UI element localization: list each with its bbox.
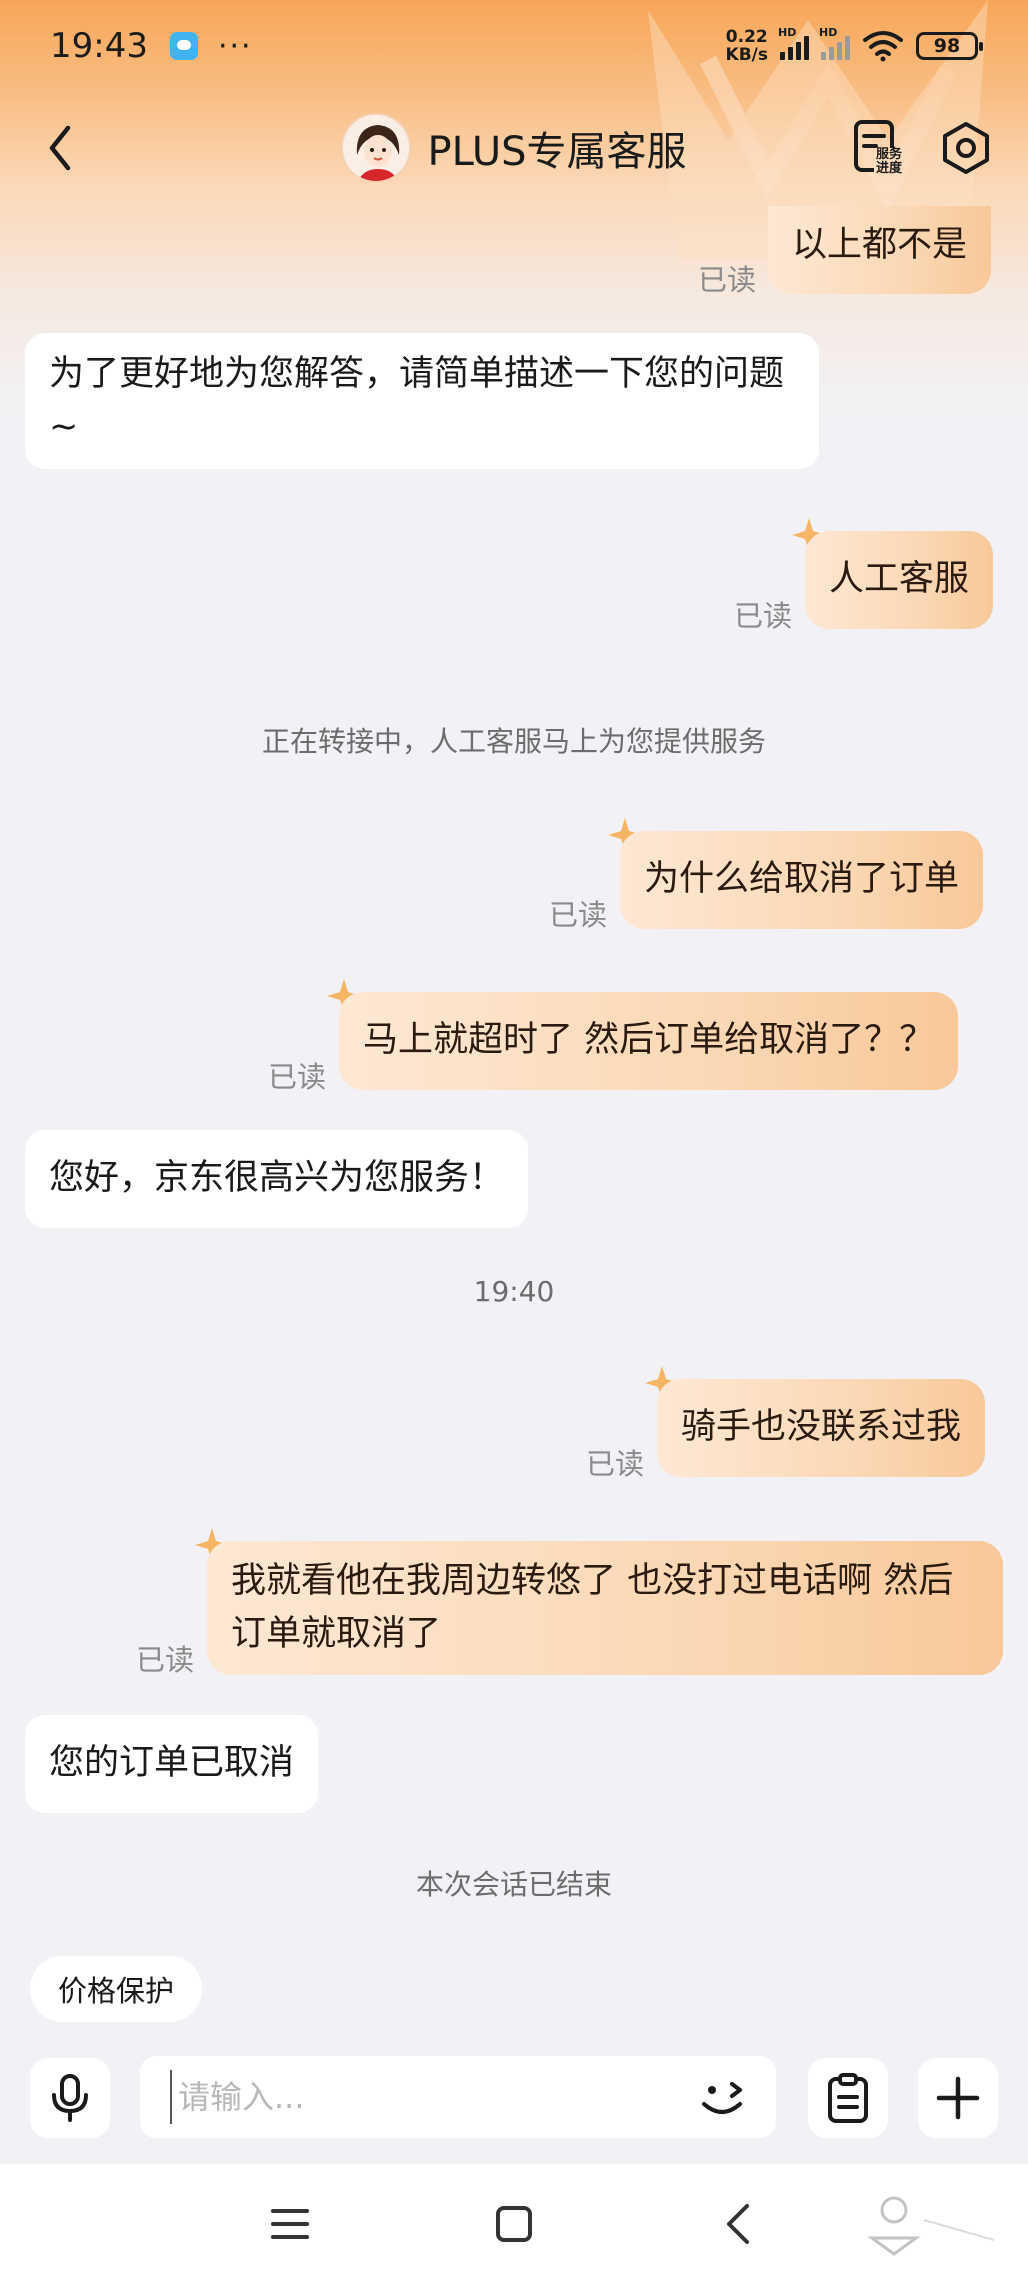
- service-progress-label: 服务进度: [876, 147, 903, 176]
- home-button[interactable]: [484, 2194, 544, 2254]
- network-speed: 0.22 KB/s: [726, 28, 768, 64]
- signal-icon-2: HD: [819, 26, 850, 60]
- service-progress-button[interactable]: 服务进度: [852, 118, 908, 178]
- quick-reply-price-protection[interactable]: 价格保护: [30, 1956, 203, 2022]
- message-bubble-received[interactable]: 您好，京东很高兴为您服务！: [25, 1130, 529, 1228]
- more-notifications-icon: ···: [217, 28, 253, 64]
- read-receipt: 已读: [586, 1447, 645, 1481]
- back-icon[interactable]: [40, 118, 80, 178]
- read-receipt: 已读: [734, 599, 793, 633]
- message-bubble-sent[interactable]: 人工客服: [805, 531, 994, 629]
- battery-icon: 98: [916, 32, 983, 60]
- message-timestamp: 19:40: [473, 1275, 555, 1308]
- message-bubble-sent[interactable]: 我就看他在我周边转悠了 也没打过电话啊 然后订单就取消了: [207, 1541, 1003, 1675]
- message-bubble-sent[interactable]: 骑手也没联系过我: [657, 1379, 986, 1477]
- emoji-icon[interactable]: [694, 2070, 750, 2126]
- more-actions-button[interactable]: [918, 2058, 998, 2138]
- back-nav-button[interactable]: [708, 2194, 768, 2254]
- network-speed-value: 0.22: [725, 27, 768, 47]
- status-bar: 19:43 ··· 0.22 KB/s HD HD 98: [0, 0, 1028, 92]
- read-receipt: 已读: [549, 898, 608, 932]
- menu-icon: [271, 2209, 309, 2239]
- system-message: 正在转接中，人工客服马上为您提供服务: [261, 725, 766, 758]
- page-title: PLUS专属客服: [427, 129, 687, 175]
- clipboard-button[interactable]: [808, 2058, 888, 2138]
- message-bubble-received[interactable]: 为了更好地为您解答，请简单描述一下您的问题~: [25, 333, 819, 469]
- signal-icon: HD: [778, 26, 809, 60]
- hd-badge: HD: [778, 26, 797, 39]
- wifi-icon: [863, 31, 903, 62]
- menu-button[interactable]: [260, 2194, 320, 2254]
- read-receipt: 已读: [268, 1060, 327, 1094]
- message-input[interactable]: [170, 2070, 670, 2124]
- settings-icon[interactable]: [938, 120, 994, 176]
- chat-header: PLUS专属客服 服务进度: [0, 100, 1028, 196]
- battery-level: 98: [933, 35, 961, 57]
- microphone-icon: [52, 2074, 88, 2122]
- back-nav-icon: [727, 2204, 749, 2244]
- message-bubble-sent[interactable]: 马上就超时了 然后订单给取消了？？: [339, 992, 959, 1090]
- notification-app-icon: [169, 32, 198, 60]
- message-input-box[interactable]: [140, 2056, 776, 2138]
- system-navigation-bar: [0, 2164, 1028, 2284]
- status-time: 19:43: [50, 26, 148, 66]
- read-receipt: 已读: [136, 1643, 195, 1677]
- message-bubble-sent[interactable]: 以上都不是: [768, 206, 992, 294]
- plus-icon: [936, 2076, 980, 2120]
- message-input-bar: [0, 2050, 1028, 2146]
- read-receipt: 已读: [698, 263, 757, 297]
- agent-avatar: [341, 113, 412, 183]
- hd-badge-2: HD: [819, 26, 838, 39]
- message-bubble-received[interactable]: 您的订单已取消: [25, 1715, 319, 1813]
- header-title-group: PLUS专属客服: [341, 113, 687, 183]
- system-message: 本次会话已结束: [415, 1868, 612, 1901]
- message-bubble-sent[interactable]: 为什么给取消了订单: [620, 831, 984, 929]
- watermark-logo: [867, 2196, 995, 2256]
- home-icon: [496, 2206, 532, 2242]
- clipboard-icon: [828, 2073, 868, 2123]
- network-speed-unit: KB/s: [725, 45, 768, 65]
- voice-input-button[interactable]: [30, 2058, 110, 2138]
